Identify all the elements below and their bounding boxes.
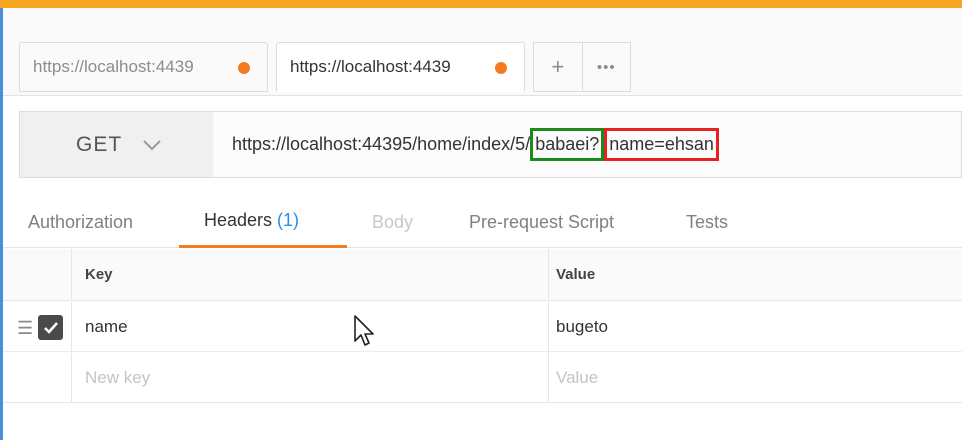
more-options-icon: ••• bbox=[596, 58, 616, 76]
url-route-parameter-highlight: babaei? bbox=[530, 128, 605, 161]
new-key-field[interactable]: New key bbox=[73, 353, 549, 403]
mouse-cursor-icon bbox=[353, 314, 377, 353]
tab-actions: + ••• bbox=[533, 42, 631, 92]
table-row: ☰ name bugeto bbox=[3, 302, 962, 352]
url-text: https://localhost:44395/home/index/5/ bbox=[232, 134, 531, 154]
window-top-accent-bar bbox=[0, 0, 962, 8]
tab-body[interactable]: Body bbox=[372, 196, 413, 248]
request-tab-label: https://localhost:4439 bbox=[290, 57, 451, 76]
tab-pre-request-script[interactable]: Pre-request Script bbox=[469, 196, 614, 248]
unsaved-changes-dot-icon bbox=[495, 62, 507, 74]
unsaved-changes-dot-icon bbox=[238, 62, 250, 74]
table-header-row: Key Value bbox=[3, 249, 962, 301]
tab-pre-request-script-label: Pre-request Script bbox=[469, 211, 615, 232]
request-tab-label: https://localhost:4439 bbox=[33, 57, 194, 76]
url-route-parameter: babaei bbox=[535, 134, 590, 154]
drag-handle-icon[interactable]: ☰ bbox=[17, 318, 33, 339]
url-query-separator: ? bbox=[589, 134, 600, 154]
request-subtabs: Authorization Headers (1) Body Pre-reques… bbox=[3, 196, 962, 248]
header-enabled-checkbox[interactable] bbox=[38, 315, 63, 340]
method-select[interactable]: GET bbox=[20, 112, 213, 177]
url-query-string: name=ehsan bbox=[609, 134, 714, 154]
tab-authorization-label: Authorization bbox=[28, 211, 134, 232]
table-header-spacer bbox=[3, 249, 72, 300]
key-column-header: Key bbox=[73, 249, 549, 300]
headers-table: Key Value ☰ name bugeto New key Value bbox=[3, 249, 962, 403]
new-tab-button[interactable]: + bbox=[534, 43, 582, 91]
tab-body-label: Body bbox=[372, 211, 414, 232]
tab-headers-label: Headers bbox=[204, 210, 273, 230]
request-bar: GET https://localhost:44395/home/index/5… bbox=[19, 111, 962, 178]
method-label: GET bbox=[76, 132, 123, 156]
url-input[interactable]: https://localhost:44395/home/index/5/ ba… bbox=[214, 112, 961, 177]
header-value-field[interactable]: bugeto bbox=[550, 302, 962, 351]
headers-count-badge: (1) bbox=[277, 210, 300, 230]
plus-icon: + bbox=[551, 54, 565, 79]
tab-options-button[interactable]: ••• bbox=[581, 43, 631, 91]
row-controls: ☰ bbox=[3, 302, 72, 351]
checkmark-icon bbox=[43, 322, 58, 334]
header-key-field[interactable]: name bbox=[73, 302, 549, 351]
table-row-new: New key Value bbox=[3, 353, 962, 403]
tab-tests[interactable]: Tests bbox=[686, 196, 728, 248]
chevron-down-icon bbox=[142, 133, 162, 157]
tab-tests-label: Tests bbox=[686, 211, 729, 232]
value-column-header: Value bbox=[556, 266, 596, 283]
tab-authorization[interactable]: Authorization bbox=[28, 196, 133, 248]
row-controls-empty bbox=[3, 353, 72, 403]
new-value-field[interactable]: Value bbox=[550, 353, 962, 403]
request-tab-2[interactable]: https://localhost:4439 bbox=[276, 42, 525, 92]
request-tab-1[interactable]: https://localhost:4439 bbox=[19, 42, 268, 92]
tab-headers[interactable]: Headers (1) bbox=[179, 196, 347, 248]
url-query-string-highlight: name=ehsan bbox=[604, 128, 719, 161]
